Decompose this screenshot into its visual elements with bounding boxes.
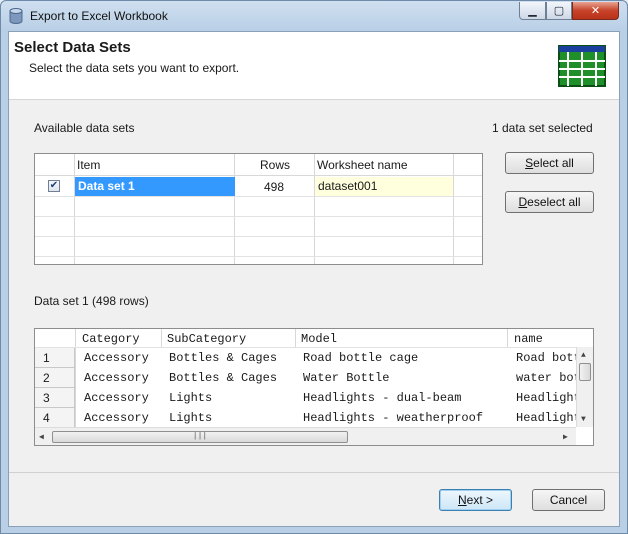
maximize-icon: ▢ bbox=[553, 5, 565, 17]
column-divider bbox=[314, 154, 315, 264]
scroll-down-icon[interactable]: ▼ bbox=[581, 415, 586, 424]
row-number: 3 bbox=[35, 388, 75, 408]
minimize-button[interactable]: ▁ bbox=[519, 2, 546, 20]
selected-count-label: 1 data set selected bbox=[492, 121, 593, 135]
grip-icon: ||| bbox=[192, 432, 208, 441]
row-divider bbox=[35, 216, 482, 217]
preview-column-header: name bbox=[514, 332, 543, 346]
preview-grid[interactable]: Category SubCategory Model name 1 Access… bbox=[34, 328, 594, 446]
select-all-label: Select all bbox=[525, 156, 574, 170]
next-button[interactable]: Next > bbox=[439, 489, 512, 511]
horizontal-scrollbar[interactable]: ◀ ||| ▶ bbox=[35, 427, 576, 445]
window-title: Export to Excel Workbook bbox=[30, 9, 168, 23]
preview-cell: Road bottle cage bbox=[303, 351, 419, 365]
preview-cell: Accessory bbox=[84, 351, 149, 365]
checkmark-icon: ✔ bbox=[49, 180, 59, 191]
spreadsheet-grid-icon bbox=[558, 45, 606, 87]
next-label: Next > bbox=[457, 493, 494, 507]
preview-column-header: SubCategory bbox=[167, 332, 247, 346]
preview-cell: Headlights - dual-beam bbox=[516, 391, 576, 405]
wizard-header: Select Data Sets Select the data sets yo… bbox=[9, 32, 619, 100]
worksheet-name-cell[interactable]: dataset001 bbox=[315, 177, 453, 196]
column-header-worksheet[interactable]: Worksheet name bbox=[317, 155, 408, 175]
dataset-checkbox[interactable]: ✔ bbox=[48, 180, 60, 192]
preview-cell: Accessory bbox=[84, 411, 149, 425]
page-subtitle: Select the data sets you want to export. bbox=[29, 61, 240, 75]
preview-column-header: Category bbox=[82, 332, 140, 346]
row-divider bbox=[35, 236, 482, 237]
datasets-grid-header: Item Rows Worksheet name bbox=[35, 154, 482, 176]
column-divider bbox=[161, 329, 162, 347]
row-divider bbox=[35, 256, 482, 257]
preview-label: Data set 1 (498 rows) bbox=[34, 294, 149, 308]
dataset-rows-cell: 498 bbox=[264, 180, 285, 194]
scroll-up-icon[interactable]: ▲ bbox=[581, 351, 586, 360]
close-icon: ✕ bbox=[590, 5, 601, 17]
close-button[interactable]: ✕ bbox=[572, 2, 619, 20]
deselect-all-button[interactable]: Deselect all bbox=[505, 191, 594, 213]
column-divider bbox=[75, 329, 76, 427]
select-all-button[interactable]: Select all bbox=[505, 152, 594, 174]
cancel-label: Cancel bbox=[549, 493, 588, 507]
preview-cell: Lights bbox=[169, 411, 213, 425]
row-number: 2 bbox=[35, 368, 75, 388]
deselect-all-label: Deselect all bbox=[518, 195, 581, 209]
footer-divider bbox=[9, 472, 619, 473]
preview-cell: Headlights - weatherproof bbox=[303, 411, 484, 425]
dataset-item-cell[interactable]: Data set 1 bbox=[75, 177, 235, 196]
scroll-right-icon[interactable]: ▶ bbox=[563, 432, 568, 442]
horizontal-scroll-thumb[interactable]: ||| bbox=[52, 431, 348, 443]
scroll-left-icon[interactable]: ◀ bbox=[39, 432, 44, 442]
column-divider bbox=[507, 329, 508, 347]
column-divider bbox=[453, 154, 454, 264]
column-divider bbox=[295, 329, 296, 347]
column-header-rows[interactable]: Rows bbox=[260, 155, 290, 175]
export-dialog-window: Export to Excel Workbook ▁ ▢ ✕ Select Da… bbox=[0, 0, 628, 534]
column-divider bbox=[74, 154, 75, 264]
preview-cell: Accessory bbox=[84, 391, 149, 405]
preview-cell: Headlights - weatherproof bbox=[516, 411, 576, 425]
cancel-button[interactable]: Cancel bbox=[532, 489, 605, 511]
available-datasets-label: Available data sets bbox=[34, 121, 135, 135]
column-header-item[interactable]: Item bbox=[77, 155, 100, 175]
page-title: Select Data Sets bbox=[14, 39, 131, 56]
row-number: 1 bbox=[35, 348, 75, 368]
column-divider bbox=[234, 154, 235, 264]
row-divider bbox=[35, 196, 482, 197]
database-icon bbox=[9, 8, 23, 24]
preview-cell: Road bottle cage bbox=[516, 351, 576, 365]
datasets-grid[interactable]: Item Rows Worksheet name ✔ Data set 1 49… bbox=[34, 153, 483, 265]
maximize-button[interactable]: ▢ bbox=[546, 2, 572, 20]
preview-cell: Accessory bbox=[84, 371, 149, 385]
vertical-scrollbar[interactable]: ▲ ▼ bbox=[576, 347, 593, 427]
dialog-client-area: Select Data Sets Select the data sets yo… bbox=[8, 31, 620, 527]
vertical-scroll-thumb[interactable] bbox=[579, 363, 591, 381]
preview-cell: Bottles & Cages bbox=[169, 351, 278, 365]
row-number: 4 bbox=[35, 408, 75, 428]
preview-column-header: Model bbox=[301, 332, 338, 346]
title-bar[interactable]: Export to Excel Workbook ▁ ▢ ✕ bbox=[1, 1, 627, 31]
minimize-icon: ▁ bbox=[528, 5, 537, 17]
preview-cell: Bottles & Cages bbox=[169, 371, 278, 385]
preview-cell: Lights bbox=[169, 391, 213, 405]
preview-cell: Water Bottle bbox=[303, 371, 390, 385]
preview-cell: water bottle bbox=[516, 371, 576, 385]
preview-cell: Headlights - dual-beam bbox=[303, 391, 462, 405]
